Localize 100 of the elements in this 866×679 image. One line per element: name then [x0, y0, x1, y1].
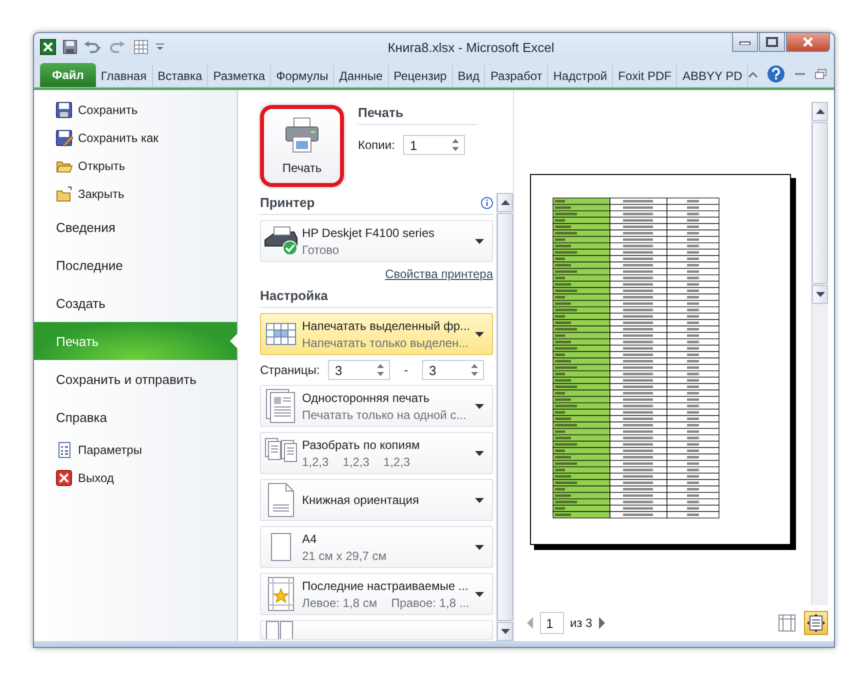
- undo-icon[interactable]: [84, 41, 102, 53]
- settings-dropdown[interactable]: A4 21 см x 29,7 см: [260, 526, 493, 568]
- ribbon-tab[interactable]: Разработ: [485, 65, 548, 87]
- printer-status: Готово: [302, 242, 340, 256]
- scrollbar[interactable]: [811, 102, 828, 605]
- print-button[interactable]: Печать: [260, 105, 344, 187]
- maximize-icon: [766, 37, 778, 47]
- option-title: Последние настраиваемые ...: [302, 578, 470, 592]
- show-margins-icon[interactable]: [776, 612, 798, 634]
- option-detail: 1,2,3: [302, 454, 329, 468]
- settings-dropdown[interactable]: Напечатать выделенный фр... Напечатать только выделен...: [260, 313, 493, 355]
- scroll-down-icon[interactable]: [500, 629, 510, 634]
- option-title: Напечатать выделенный фр...: [302, 318, 471, 332]
- close-icon: [802, 37, 814, 47]
- section-heading: Настройка: [260, 288, 328, 303]
- scroll-down-icon[interactable]: [816, 292, 824, 297]
- zoom-to-page-button[interactable]: [804, 611, 828, 635]
- option-title: Разобрать по копиям: [302, 438, 421, 452]
- copies-field[interactable]: 1: [402, 135, 465, 155]
- ribbon-tab[interactable]: Рецензир: [388, 65, 453, 87]
- help-icon[interactable]: [767, 65, 786, 83]
- save-icon: [56, 102, 73, 118]
- caret-icon: [475, 544, 484, 550]
- page-number-field[interactable]: 1: [540, 612, 564, 634]
- option-detail: Печатать только на одной с...: [302, 408, 466, 422]
- copies-label: Копии:: [358, 138, 395, 152]
- caret-icon: [475, 238, 484, 244]
- option-detail: Напечатать только выделен...: [302, 336, 469, 350]
- section-heading: Принтер: [260, 195, 315, 210]
- settings-dropdown[interactable]: Разобрать по копиям 1,2,3 1,2,3 1,2,3: [260, 432, 493, 474]
- menu-item[interactable]: Закрыть: [78, 187, 124, 201]
- pages-label: Страницы:: [260, 363, 320, 377]
- menu-section[interactable]: Сведения: [34, 208, 237, 246]
- spin-arrows-icon[interactable]: [376, 363, 385, 377]
- save-as-icon: [56, 130, 73, 146]
- settings-dropdown[interactable]: Последние настраиваемые ... Левое: 1,8 см Правое: 1,8 ...: [260, 573, 493, 615]
- excel-logo-icon[interactable]: [40, 39, 56, 55]
- option-title: Односторонняя печать: [302, 390, 431, 404]
- settings-dropdown[interactable]: Книжная ориентация: [260, 479, 493, 521]
- printer-icon: [285, 117, 319, 153]
- option-title: Книжная ориентация: [302, 493, 420, 507]
- option-detail: 21 см x 29,7 см: [302, 548, 387, 562]
- caret-icon: [475, 450, 484, 456]
- printer-properties-link[interactable]: Свойства принтера: [385, 267, 493, 281]
- scrollbar[interactable]: [496, 193, 513, 641]
- collapse-ribbon-icon[interactable]: [748, 70, 758, 78]
- ribbon-tab[interactable]: Foxit PDF: [613, 65, 678, 87]
- menu-item[interactable]: Открыть: [78, 159, 126, 173]
- option-detail: 1,2,3: [383, 454, 410, 468]
- maximize-button[interactable]: [759, 33, 785, 52]
- next-page-icon[interactable]: [598, 617, 606, 629]
- option-detail: Правое: 1,8 ...: [391, 596, 470, 610]
- printer-dropdown[interactable]: HP Deskjet F4100 series Готово: [260, 220, 493, 262]
- ribbon-tab[interactable]: Вид: [452, 65, 486, 87]
- ribbon-tab[interactable]: Файл: [40, 63, 96, 87]
- ribbon-tab[interactable]: Формулы: [271, 65, 334, 87]
- folder-icon: [56, 186, 73, 202]
- scroll-up-icon[interactable]: [816, 109, 824, 114]
- ribbon-tab[interactable]: Главная: [96, 65, 153, 87]
- settings-dropdown[interactable]: Односторонняя печать Печатать только на одной с...: [260, 385, 493, 427]
- table-icon: [264, 323, 298, 345]
- menu-item[interactable]: Выход: [78, 471, 114, 485]
- ribbon-tab[interactable]: Вставка: [152, 65, 208, 87]
- menu-item[interactable]: Параметры: [78, 443, 142, 457]
- scroll-up-icon[interactable]: [500, 200, 510, 205]
- spin-arrows-icon[interactable]: [450, 138, 460, 152]
- ribbon-tab[interactable]: Данные: [334, 65, 389, 87]
- minimize-icon: [739, 39, 751, 45]
- range-separator: -: [403, 363, 409, 377]
- menu-item[interactable]: Сохранить: [78, 103, 138, 117]
- save-icon[interactable]: [63, 40, 77, 54]
- restore-icon[interactable]: [815, 69, 828, 79]
- menu-section[interactable]: Сохранить и отправить: [34, 360, 237, 398]
- menu-section[interactable]: Создать: [34, 284, 237, 322]
- settings-dropdown[interactable]: [260, 620, 493, 640]
- option-title: A4: [302, 532, 318, 546]
- table-icon[interactable]: [134, 40, 148, 54]
- page-number-field[interactable]: 3: [422, 360, 484, 380]
- printer-name: HP Deskjet F4100 series: [302, 226, 436, 240]
- menu-section[interactable]: Справка: [34, 398, 237, 436]
- printer-ready-icon: [264, 226, 298, 256]
- minimize-button[interactable]: [732, 33, 758, 52]
- ribbon-tab[interactable]: Разметка: [208, 65, 272, 87]
- caret-icon: [475, 498, 484, 502]
- page-number-field[interactable]: 3: [328, 360, 390, 380]
- close-icon: [56, 470, 73, 486]
- page-count: из 3: [570, 616, 592, 630]
- document-list-icon: [56, 442, 73, 458]
- close-button[interactable]: [786, 33, 830, 52]
- ribbon-tab[interactable]: ABBYY PD: [677, 65, 748, 87]
- ribbon-tab[interactable]: Надстрой: [548, 65, 614, 87]
- document-icon: [264, 389, 298, 423]
- caret-icon: [475, 332, 484, 336]
- info-icon[interactable]: [481, 196, 493, 208]
- caret-icon: [475, 404, 484, 408]
- menu-section[interactable]: Последние: [34, 246, 237, 284]
- customize-dropdown-icon[interactable]: [155, 41, 165, 53]
- caret-icon: [475, 592, 484, 596]
- spin-arrows-icon[interactable]: [470, 363, 479, 377]
- menu-item[interactable]: Сохранить как: [78, 131, 158, 145]
